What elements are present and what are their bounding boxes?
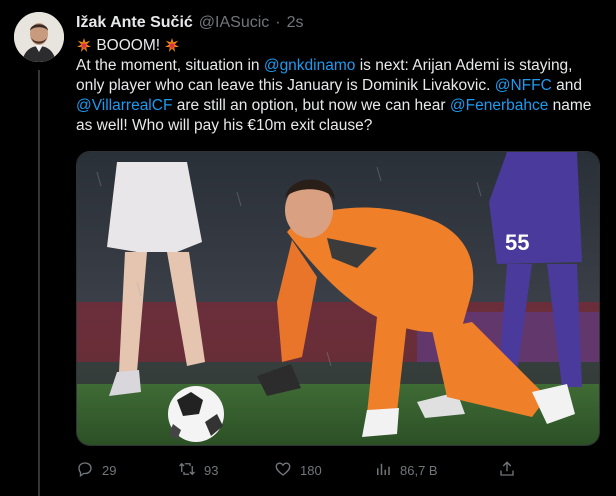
text-segment: only player who can leave this January i… <box>76 77 495 94</box>
views-count: 86,7 B <box>400 462 438 478</box>
text-segment: and <box>551 77 582 94</box>
text-line-2: only player who can leave this January i… <box>76 76 598 96</box>
collision-emoji-icon <box>76 37 96 54</box>
mention-villarrealcf[interactable]: @VillarrealCF <box>76 97 172 114</box>
views-icon <box>374 460 392 481</box>
heart-icon <box>274 460 292 481</box>
headline-text: BOOOM! <box>96 37 161 54</box>
tweet[interactable]: Ižak Ante Sučić @IASucic · 2s BOOOM! At … <box>0 0 616 496</box>
collision-emoji-icon <box>164 37 180 54</box>
mention-fenerbahce[interactable]: @Fenerbahce <box>450 97 548 114</box>
tweet-text: BOOOM! At the moment, situation in @gnkd… <box>76 36 598 136</box>
mention-gnkdinamo[interactable]: @gnkdinamo <box>264 57 356 74</box>
retweet-button[interactable]: 93 <box>178 458 218 482</box>
goalkeeper-photo-icon: 55 <box>77 152 599 445</box>
like-count: 180 <box>300 462 322 478</box>
text-segment: At the moment, situation in <box>76 57 264 74</box>
timestamp[interactable]: 2s <box>287 14 304 32</box>
views-button[interactable]: 86,7 B <box>374 458 438 482</box>
author-name[interactable]: Ižak Ante Sučić <box>76 14 193 32</box>
thread-line <box>38 70 40 496</box>
text-segment: are still an option, but now we can hear <box>172 97 450 114</box>
tweet-media-photo[interactable]: 55 <box>76 151 600 446</box>
text-line-3: @VillarrealCF are still an option, but n… <box>76 96 598 116</box>
action-bar: 29 93 180 86,7 B <box>76 458 606 482</box>
mention-nffc[interactable]: @NFFC <box>495 77 552 94</box>
tweet-header: Ižak Ante Sučić @IASucic · 2s <box>76 12 304 34</box>
text-line-4: as well! Who will pay his €10m exit clau… <box>76 117 373 134</box>
share-button[interactable] <box>498 458 516 482</box>
reply-count: 29 <box>102 462 117 478</box>
text-line-1: At the moment, situation in @gnkdinamo i… <box>76 56 598 76</box>
kit-number: 55 <box>505 230 529 255</box>
retweet-icon <box>178 460 196 481</box>
text-segment: is next: Arijan Ademi is staying, <box>355 57 573 74</box>
avatar[interactable] <box>14 12 64 62</box>
like-button[interactable]: 180 <box>274 458 322 482</box>
reply-button[interactable]: 29 <box>76 458 116 482</box>
separator-dot: · <box>275 14 281 31</box>
text-segment: name <box>548 97 592 114</box>
headline-line: BOOOM! <box>76 36 598 56</box>
author-handle[interactable]: @IASucic <box>199 14 269 32</box>
retweet-count: 93 <box>204 462 219 478</box>
share-icon <box>498 460 516 481</box>
reply-icon <box>76 460 94 481</box>
